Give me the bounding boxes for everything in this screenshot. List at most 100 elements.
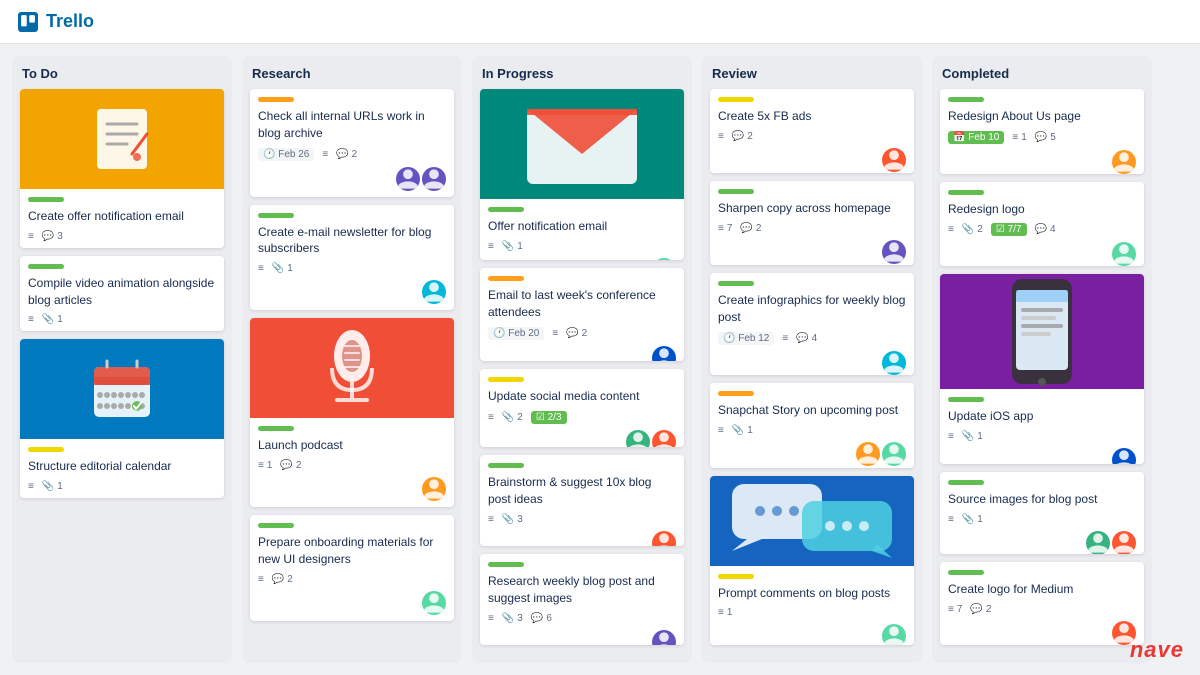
meta-comments: 💬4 [1035, 224, 1056, 235]
meta-comments: 💬2 [740, 223, 761, 234]
card-footer [948, 448, 1136, 464]
card[interactable]: Prepare onboarding materials for new UI … [250, 515, 454, 621]
card-body: Snapchat Story on upcoming post≡📎1 [710, 383, 914, 467]
meta-comments: 💬4 [796, 333, 817, 344]
card-footer [718, 240, 906, 264]
meta-lines-default: ≡ [948, 514, 954, 525]
card[interactable]: Update iOS app≡📎1 [940, 274, 1144, 464]
card-body: Sharpen copy across homepage ≡7💬2 [710, 181, 914, 265]
card-title: Offer notification email [488, 218, 676, 235]
card-meta: ≡📎1 [948, 431, 1136, 442]
card-meta: ≡7💬2 [718, 223, 906, 234]
card-body: Offer notification email ≡📎1 [480, 199, 684, 260]
card-label [948, 570, 984, 575]
avatar [626, 430, 650, 447]
card-meta: ≡📎1 [718, 425, 906, 436]
card[interactable]: Launch podcast≡1💬2 [250, 318, 454, 507]
card-body: Email to last week's conference attendee… [480, 268, 684, 361]
avatar-group [1112, 242, 1136, 266]
card-meta: ≡💬2 [258, 574, 446, 585]
meta-comments: 💬2 [336, 149, 357, 160]
card-label [258, 213, 294, 218]
card[interactable]: Prompt comments on blog posts≡1 [710, 476, 914, 645]
card[interactable]: Check all internal URLs work in blog arc… [250, 89, 454, 197]
card[interactable]: Update social media content ≡📎2☑ 2/3 [480, 369, 684, 447]
card[interactable]: Structure editorial calendar≡📎1 [20, 339, 224, 498]
avatar-group [882, 148, 906, 172]
meta-lines-default: ≡ [28, 314, 34, 325]
card[interactable]: Offer notification email ≡📎1 [480, 89, 684, 260]
column-title-inprogress: In Progress [480, 66, 684, 81]
date-badge: 🕐 Feb 26 [258, 148, 314, 161]
card-image [480, 89, 684, 199]
card-label [28, 264, 64, 269]
meta-lines-default: ≡ [552, 328, 558, 339]
avatar [1086, 531, 1110, 555]
card-label [718, 281, 754, 286]
card-footer [718, 351, 906, 375]
card[interactable]: Email to last week's conference attendee… [480, 268, 684, 361]
avatar [882, 148, 906, 172]
meta-comments: 💬3 [42, 231, 63, 242]
meta-attachments: 📎1 [502, 241, 523, 252]
card-title: Source images for blog post [948, 491, 1136, 508]
card[interactable]: Sharpen copy across homepage ≡7💬2 [710, 181, 914, 265]
feb-badge: 📅 Feb 10 [948, 131, 1004, 144]
avatar [652, 430, 676, 447]
avatar-group [882, 240, 906, 264]
avatar-group [1112, 448, 1136, 464]
card-meta: ≡📎1 [488, 241, 676, 252]
card[interactable]: Research weekly blog post and suggest im… [480, 554, 684, 645]
meta-lines-default: ≡ [258, 263, 264, 274]
date-badge: 🕐 Feb 20 [488, 327, 544, 340]
card-body: Create infographics for weekly blog post… [710, 273, 914, 375]
avatar-group [1086, 531, 1136, 555]
meta-attachments: 📎1 [962, 431, 983, 442]
card[interactable]: Create 5x FB ads ≡💬2 [710, 89, 914, 173]
meta-comments: 💬6 [531, 613, 552, 624]
card-meta: ≡📎1 [28, 314, 216, 325]
card[interactable]: Compile video animation alongside blog a… [20, 256, 224, 332]
card-body: Brainstorm & suggest 10x blog post ideas… [480, 455, 684, 546]
card-meta: ≡💬2 [718, 131, 906, 142]
card-footer [948, 242, 1136, 266]
card-body: Update social media content ≡📎2☑ 2/3 [480, 369, 684, 447]
card[interactable]: Create logo for Medium≡7💬2 [940, 562, 1144, 645]
card[interactable]: Source images for blog post≡📎1 [940, 472, 1144, 555]
avatar [422, 167, 446, 191]
avatar-group [396, 167, 446, 191]
card-meta: ≡📎3 [488, 514, 676, 525]
card[interactable]: Snapchat Story on upcoming post≡📎1 [710, 383, 914, 467]
avatar [652, 630, 676, 645]
date-badge: 🕐 Feb 12 [718, 332, 774, 345]
card-body: Create 5x FB ads ≡💬2 [710, 89, 914, 173]
card-label [488, 276, 524, 281]
card-title: Sharpen copy across homepage [718, 200, 906, 217]
card[interactable]: Brainstorm & suggest 10x blog post ideas… [480, 455, 684, 546]
card-meta: ≡📎1 [258, 263, 446, 274]
card-body: Prepare onboarding materials for new UI … [250, 515, 454, 621]
card-image [20, 339, 224, 439]
card[interactable]: Redesign About Us page📅 Feb 10≡1💬5 [940, 89, 1144, 174]
card-footer [948, 531, 1136, 555]
card-title: Create 5x FB ads [718, 108, 906, 125]
nave-logo: nave [1130, 637, 1184, 663]
meta-lines-default: ≡ [718, 131, 724, 142]
meta-lines: ≡1 [258, 460, 272, 471]
card[interactable]: Redesign logo≡📎2☑ 7/7💬4 [940, 182, 1144, 267]
card[interactable]: Create offer notification email≡💬3 [20, 89, 224, 248]
meta-lines-default: ≡ [258, 574, 264, 585]
card[interactable]: Create infographics for weekly blog post… [710, 273, 914, 375]
card-label [258, 426, 294, 431]
card-label [28, 447, 64, 452]
card-title: Create logo for Medium [948, 581, 1136, 598]
avatar [1112, 242, 1136, 266]
card-footer [488, 346, 676, 361]
card-meta: ≡📎2☑ 2/3 [488, 411, 676, 424]
card-title: Update social media content [488, 388, 676, 405]
meta-lines-default: ≡ [488, 613, 494, 624]
card[interactable]: Create e-mail newsletter for blog subscr… [250, 205, 454, 311]
card-footer [948, 621, 1136, 645]
trello-logo: Trello [16, 11, 94, 32]
card-body: Create offer notification email≡💬3 [20, 189, 224, 248]
